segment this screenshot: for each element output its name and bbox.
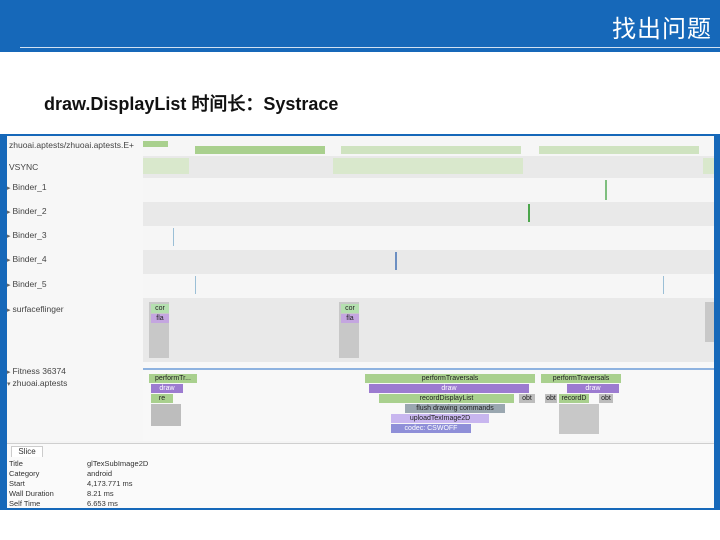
- thread-label: zhuoai.aptests: [12, 378, 68, 388]
- vsync-bar[interactable]: [703, 158, 714, 174]
- record-slice[interactable]: recordD: [559, 394, 589, 403]
- sf-cluster[interactable]: [705, 302, 714, 342]
- timeline-tracks[interactable]: cor fla cor fla performTr... draw re per…: [143, 136, 714, 441]
- obtain-slice[interactable]: obt: [599, 394, 613, 403]
- flush-commands-slice[interactable]: flush drawing commands: [405, 404, 505, 413]
- lane-binder1: [143, 178, 714, 202]
- thread-label: VSYNC: [9, 162, 39, 172]
- thread-row-fitness[interactable]: ▸ Fitness 36374: [7, 366, 143, 376]
- slide-title: 找出问题: [612, 15, 712, 43]
- process-bar[interactable]: [539, 146, 699, 154]
- expand-arrow-icon[interactable]: ▸: [7, 307, 11, 314]
- draw-slice[interactable]: draw: [369, 384, 529, 393]
- record-display-list-slice[interactable]: recordDisplayList: [379, 394, 514, 403]
- thread-row-process[interactable]: zhuoai.aptests/zhuoai.aptests.E+: [7, 140, 143, 150]
- thread-row-binder4[interactable]: ▸ Binder_4: [7, 254, 143, 264]
- tex-subimage-slice[interactable]: codec: CSWOFF: [391, 424, 471, 433]
- lane-binder3: [143, 226, 714, 250]
- details-value: android: [87, 469, 113, 478]
- binder-tick[interactable]: [528, 204, 530, 222]
- upload-tex-slice[interactable]: uploadTexImage2D: [391, 414, 489, 423]
- obtain-slice[interactable]: obt: [519, 394, 535, 403]
- systrace-screenshot: zhuoai.aptests/zhuoai.aptests.E+ VSYNC ▸…: [0, 134, 720, 510]
- details-key: Wall Duration: [9, 489, 54, 498]
- sf-slice[interactable]: fla: [151, 314, 169, 323]
- details-key: Title: [9, 459, 23, 468]
- expand-arrow-icon[interactable]: ▸: [7, 185, 11, 192]
- details-value: 8.21 ms: [87, 489, 114, 498]
- thread-label: Binder_1: [12, 182, 47, 192]
- thread-row-binder1[interactable]: ▸ Binder_1: [7, 182, 143, 192]
- vsync-bar[interactable]: [333, 158, 523, 174]
- expand-arrow-icon[interactable]: ▸: [7, 233, 11, 240]
- details-row: Category android: [9, 469, 112, 478]
- binder-tick[interactable]: [395, 252, 397, 270]
- binder-tick[interactable]: [605, 180, 607, 200]
- thread-label: surfaceflinger: [12, 304, 64, 314]
- slide-header: 找出问题: [0, 0, 720, 52]
- perform-traversals-slice[interactable]: performTr...: [149, 374, 197, 383]
- details-value: 6.653 ms: [87, 499, 118, 508]
- expand-arrow-icon[interactable]: ▸: [7, 257, 11, 264]
- fitness-counter[interactable]: [143, 368, 714, 370]
- details-value: 4,173.771 ms: [87, 479, 133, 488]
- details-row: Self Time 6.653 ms: [9, 499, 118, 508]
- header-divider: [20, 47, 720, 48]
- thread-row-binder3[interactable]: ▸ Binder_3: [7, 230, 143, 240]
- thread-row-surfaceflinger[interactable]: ▸ surfaceflinger: [7, 304, 143, 314]
- draw-slice[interactable]: draw: [151, 384, 183, 393]
- sub-slices[interactable]: [151, 404, 181, 426]
- expand-arrow-icon[interactable]: ▾: [7, 381, 11, 388]
- record-slice[interactable]: re: [151, 394, 173, 403]
- draw-slice[interactable]: draw: [567, 384, 619, 393]
- thread-row-app-main[interactable]: ▾ zhuoai.aptests: [7, 378, 143, 388]
- expand-arrow-icon[interactable]: ▸: [7, 282, 11, 289]
- thread-label: Binder_3: [12, 230, 47, 240]
- details-value: glTexSubImage2D: [87, 459, 149, 468]
- vsync-bar[interactable]: [143, 158, 189, 174]
- binder-tick[interactable]: [195, 276, 196, 294]
- process-bar[interactable]: [195, 146, 325, 154]
- lane-binder2: [143, 202, 714, 226]
- sub-slices[interactable]: [559, 404, 599, 434]
- thread-label: Binder_2: [12, 206, 47, 216]
- details-key: Start: [9, 479, 25, 488]
- slide-subtitle: draw.DisplayList 时间长：Systrace: [44, 94, 339, 114]
- sf-slice[interactable]: cor: [151, 304, 169, 313]
- slice-details-panel: Slice Title glTexSubImage2D Category andro…: [7, 443, 714, 508]
- expand-arrow-icon[interactable]: ▸: [7, 369, 11, 376]
- details-row: Title glTexSubImage2D: [9, 459, 148, 468]
- details-key: Category: [9, 469, 40, 478]
- thread-row-binder2[interactable]: ▸ Binder_2: [7, 206, 143, 216]
- sf-slice[interactable]: cor: [341, 304, 359, 313]
- obtain-slice[interactable]: obt: [545, 394, 557, 403]
- lane-binder5: [143, 274, 714, 298]
- expand-arrow-icon[interactable]: ▸: [7, 209, 11, 216]
- systrace-panel: zhuoai.aptests/zhuoai.aptests.E+ VSYNC ▸…: [7, 136, 714, 508]
- perform-traversals-slice[interactable]: performTraversals: [365, 374, 535, 383]
- lane-surfaceflinger: [143, 298, 714, 362]
- sf-slice[interactable]: fla: [341, 314, 359, 323]
- lane-binder4: [143, 250, 714, 274]
- thread-label: Binder_5: [12, 279, 47, 289]
- process-bar[interactable]: [341, 146, 521, 154]
- thread-label: Fitness 36374: [12, 366, 66, 376]
- thread-label: zhuoai.aptests/zhuoai.aptests.E+: [9, 140, 134, 150]
- perform-traversals-slice[interactable]: performTraversals: [541, 374, 621, 383]
- thread-name-column: zhuoai.aptests/zhuoai.aptests.E+ VSYNC ▸…: [7, 136, 143, 441]
- details-tab[interactable]: Slice: [11, 446, 43, 457]
- thread-row-binder5[interactable]: ▸ Binder_5: [7, 279, 143, 289]
- process-bar[interactable]: [143, 141, 168, 147]
- thread-row-vsync[interactable]: VSYNC: [7, 162, 143, 172]
- details-row: Start 4,173.771 ms: [9, 479, 132, 488]
- thread-label: Binder_4: [12, 254, 47, 264]
- details-key: Self Time: [9, 499, 41, 508]
- details-row: Wall Duration 8.21 ms: [9, 489, 114, 498]
- binder-tick[interactable]: [173, 228, 174, 246]
- binder-tick[interactable]: [663, 276, 664, 294]
